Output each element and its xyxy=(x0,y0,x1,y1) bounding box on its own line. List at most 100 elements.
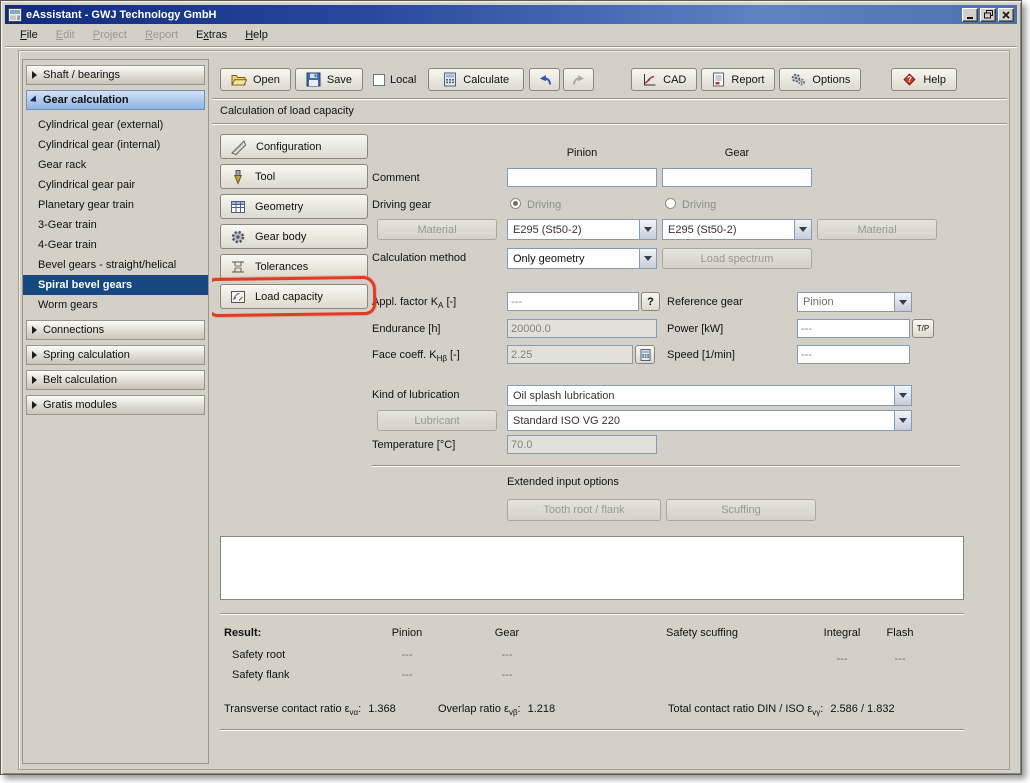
sidebar-item-gear-calculation[interactable]: Gear calculation xyxy=(26,90,205,110)
sidebar-item-4-gear-train[interactable]: 4-Gear train xyxy=(23,235,208,255)
sidebar-item-spiral-bevel-gears[interactable]: Spiral bevel gears xyxy=(23,275,208,295)
material-button-pinion[interactable]: Material xyxy=(377,219,497,240)
reference-gear-select[interactable]: Pinion xyxy=(797,292,912,312)
total-contact-ratio: Total contact ratio DIN / ISO εvγ:2.586 … xyxy=(668,703,895,717)
material-button-gear[interactable]: Material xyxy=(817,219,937,240)
chevron-down-icon[interactable] xyxy=(639,220,656,239)
menu-report[interactable]: Report xyxy=(136,26,187,44)
power-torque-toggle-button[interactable]: T/P xyxy=(912,319,934,338)
sidebar-item-spring-calculation[interactable]: Spring calculation xyxy=(26,345,205,365)
configuration-button[interactable]: Configuration xyxy=(220,134,368,159)
toolbar-separator xyxy=(212,98,1007,100)
application-window: eAssistant - GWJ Technology GmbH File Ed… xyxy=(0,0,1022,775)
cad-drawing-icon xyxy=(642,73,657,87)
power-label: Power [kW] xyxy=(667,323,723,335)
menu-help[interactable]: Help xyxy=(236,26,277,44)
sidebar-item-cylindrical-gear-pair[interactable]: Cylindrical gear pair xyxy=(23,175,208,195)
result-title: Result: xyxy=(224,627,261,639)
chevron-right-icon xyxy=(32,351,37,359)
undo-button[interactable] xyxy=(529,68,560,91)
chevron-down-icon[interactable] xyxy=(894,411,911,430)
temperature-label: Temperature [°C] xyxy=(372,439,455,451)
chevron-down-icon[interactable] xyxy=(794,220,811,239)
menu-project[interactable]: Project xyxy=(84,26,136,44)
save-button[interactable]: Save xyxy=(295,68,363,91)
menu-file[interactable]: File xyxy=(11,26,47,44)
temperature-input[interactable] xyxy=(507,435,657,454)
load-spectrum-button[interactable]: Load spectrum xyxy=(662,248,812,269)
scuffing-integral-value: --- xyxy=(837,653,848,665)
help-button[interactable]: ? Help xyxy=(891,68,957,91)
sidebar-item-gear-rack[interactable]: Gear rack xyxy=(23,155,208,175)
sidebar-item-cylindrical-gear-external[interactable]: Cylindrical gear (external) xyxy=(23,115,208,135)
geometry-button[interactable]: Geometry xyxy=(220,194,368,219)
sidebar-item-bevel-gears[interactable]: Bevel gears - straight/helical xyxy=(23,255,208,275)
sidebar-item-planetary-gear-train[interactable]: Planetary gear train xyxy=(23,195,208,215)
face-coefficient-label: Face coeff. KHβ [-] xyxy=(372,349,460,363)
sidebar-item-cylindrical-gear-internal[interactable]: Cylindrical gear (internal) xyxy=(23,135,208,155)
restore-button[interactable] xyxy=(980,8,996,22)
power-input[interactable] xyxy=(797,319,910,338)
comment-gear-input[interactable] xyxy=(662,168,812,187)
sidebar-item-worm-gears[interactable]: Worm gears xyxy=(23,295,208,315)
calculate-button[interactable]: Calculate xyxy=(428,68,524,91)
sidebar-item-gratis-modules[interactable]: Gratis modules xyxy=(26,395,205,415)
lubrication-select[interactable]: Oil splash lubrication xyxy=(507,385,912,406)
chevron-down-icon[interactable] xyxy=(639,249,656,268)
lubricant-select[interactable]: Standard ISO VG 220 xyxy=(507,410,912,431)
tool-icon xyxy=(230,169,246,185)
safety-root-pinion-value: --- xyxy=(402,649,413,661)
options-button[interactable]: Options xyxy=(779,68,861,91)
calculation-method-select[interactable]: Only geometry xyxy=(507,248,657,269)
result-integral-header: Integral xyxy=(824,627,861,639)
minimize-button[interactable] xyxy=(962,8,978,22)
report-button[interactable]: Report xyxy=(701,68,775,91)
application-factor-label: Appl. factor KA [-] xyxy=(372,296,456,310)
scuffing-flash-value: --- xyxy=(895,653,906,665)
driving-pinion-radio[interactable] xyxy=(510,198,521,209)
sidebar-item-connections[interactable]: Connections xyxy=(26,320,205,340)
result-gear-header: Gear xyxy=(495,627,519,639)
close-button[interactable] xyxy=(998,8,1014,22)
menu-edit[interactable]: Edit xyxy=(47,26,84,44)
chevron-right-icon xyxy=(32,71,37,79)
lubrication-label: Kind of lubrication xyxy=(372,389,459,401)
result-flash-header: Flash xyxy=(887,627,914,639)
material-gear-select[interactable]: E295 (St50-2) xyxy=(662,219,812,240)
cad-button[interactable]: CAD xyxy=(631,68,697,91)
scuffing-button[interactable]: Scuffing xyxy=(666,499,816,521)
application-factor-help-button[interactable]: ? xyxy=(641,292,660,311)
lubricant-button[interactable]: Lubricant xyxy=(377,410,497,431)
menu-extras[interactable]: Extras xyxy=(187,26,236,44)
speed-input[interactable] xyxy=(797,345,910,364)
tool-button[interactable]: Tool xyxy=(220,164,368,189)
load-capacity-button[interactable]: Load capacity xyxy=(220,284,368,309)
face-coefficient-input[interactable] xyxy=(507,345,633,364)
driving-gear-radio-label: Driving xyxy=(682,199,716,211)
redo-button[interactable] xyxy=(563,68,594,91)
tooth-root-flank-button[interactable]: Tooth root / flank xyxy=(507,499,661,521)
application-factor-input[interactable] xyxy=(507,292,639,311)
toolbar: Open Save Local Calculate xyxy=(220,68,997,91)
sidebar-item-3-gear-train[interactable]: 3-Gear train xyxy=(23,215,208,235)
material-pinion-select[interactable]: E295 (St50-2) xyxy=(507,219,657,240)
sidebar-item-shaft-bearings[interactable]: Shaft / bearings xyxy=(26,65,205,85)
open-button[interactable]: Open xyxy=(220,68,291,91)
geometry-table-icon xyxy=(230,199,246,215)
driving-gear-radio[interactable] xyxy=(665,198,676,209)
sidebar-item-belt-calculation[interactable]: Belt calculation xyxy=(26,370,205,390)
driving-pinion-radio-label: Driving xyxy=(527,199,561,211)
safety-flank-gear-value: --- xyxy=(502,669,513,681)
tolerances-button[interactable]: Tolerances xyxy=(220,254,368,279)
gear-body-button[interactable]: Gear body xyxy=(220,224,368,249)
local-checkbox[interactable] xyxy=(373,74,385,86)
chevron-down-icon[interactable] xyxy=(894,293,911,311)
section-title: Calculation of load capacity xyxy=(220,105,354,117)
comment-pinion-input[interactable] xyxy=(507,168,657,187)
face-coefficient-calculator-button[interactable] xyxy=(635,345,655,364)
chevron-down-icon[interactable] xyxy=(894,386,911,405)
section-separator xyxy=(212,123,1007,125)
reference-gear-label: Reference gear xyxy=(667,296,743,308)
endurance-input[interactable] xyxy=(507,319,657,338)
restore-icon xyxy=(984,10,993,19)
